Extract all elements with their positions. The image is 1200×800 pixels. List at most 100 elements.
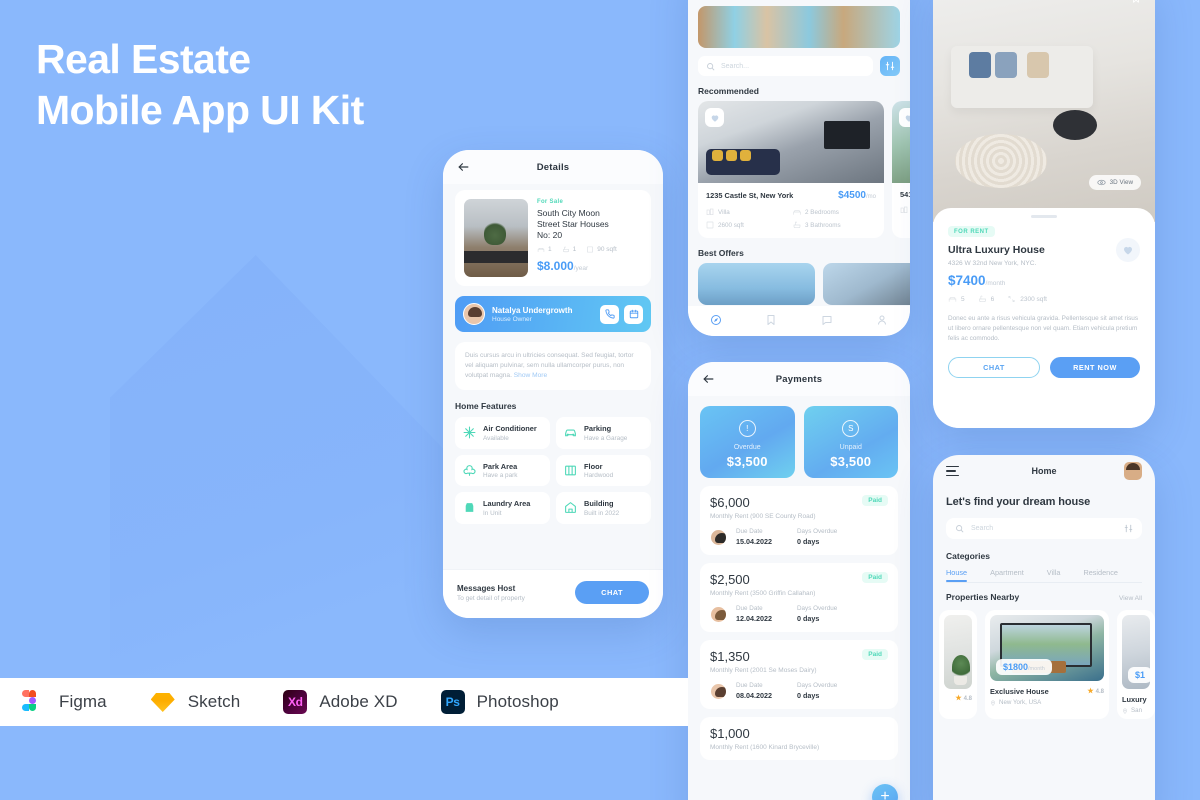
property-summary-card[interactable]: For Sale South City Moon Street Star Hou… bbox=[455, 190, 651, 286]
adobe-xd-icon: Xd bbox=[282, 689, 308, 715]
listing-bathrooms: 3 Bathrooms bbox=[793, 221, 876, 229]
feature-name: Floor bbox=[584, 461, 603, 471]
view-3d-badge[interactable]: 3D View bbox=[1088, 175, 1141, 190]
payment-row[interactable]: $2,500 Paid Monthly Rent (3500 Griffin C… bbox=[700, 563, 898, 632]
property-description: Donec eu ante a risus vehicula gravida. … bbox=[948, 315, 1139, 342]
owner-contact-card[interactable]: Natalya Undergrowth House Owner bbox=[455, 296, 651, 332]
details-header: Details bbox=[443, 150, 663, 184]
back-arrow-icon[interactable] bbox=[702, 373, 715, 386]
headline-line-2: Mobile App UI Kit bbox=[36, 87, 364, 133]
search-input[interactable]: Search bbox=[946, 518, 1142, 539]
tab-house[interactable]: House bbox=[946, 568, 968, 582]
chat-button[interactable]: CHAT bbox=[575, 581, 649, 604]
property-name: Luxury bbox=[1122, 695, 1147, 704]
tab-saved[interactable] bbox=[765, 314, 777, 328]
feature-laundry-area[interactable]: Laundry Area In Unit bbox=[455, 492, 550, 524]
page-title: Real Estate Mobile App UI Kit bbox=[36, 34, 476, 136]
listing-address: 1235 Castle St, New York bbox=[706, 191, 794, 200]
tool-label: Adobe XD bbox=[319, 692, 398, 711]
feature-building[interactable]: Building Built in 2022 bbox=[556, 492, 651, 524]
feature-floor[interactable]: Floor Hardwood bbox=[556, 454, 651, 486]
tool-figma[interactable]: Figma bbox=[22, 689, 107, 715]
calendar-icon[interactable] bbox=[624, 304, 643, 324]
payment-row[interactable]: $1,000 Monthly Rent (1600 Kinard Brycevi… bbox=[700, 717, 898, 760]
payment-description: Monthly Rent (2001 Se Moses Dairy) bbox=[710, 667, 817, 674]
back-arrow-icon[interactable] bbox=[457, 161, 470, 174]
tool-sketch[interactable]: Sketch bbox=[149, 689, 241, 715]
listing-features: Villa 2 Bedrooms 2600 sqft 3 Bathrooms bbox=[706, 208, 876, 229]
air-conditioner-icon bbox=[463, 426, 476, 439]
feature-park-area[interactable]: Park Area Have a park bbox=[455, 454, 550, 486]
payment-amount: $6,000 bbox=[710, 495, 750, 510]
floor-icon bbox=[564, 464, 577, 477]
rent-now-button[interactable]: RENT NOW bbox=[1050, 357, 1140, 378]
property-card[interactable]: $1 Luxury San bbox=[1117, 610, 1155, 719]
chat-button[interactable]: CHAT bbox=[948, 357, 1040, 378]
figma-icon bbox=[22, 689, 48, 715]
filter-icon[interactable] bbox=[880, 56, 900, 76]
view-all-link[interactable]: View All bbox=[1119, 595, 1142, 602]
listing-card[interactable]: 541 bbox=[892, 101, 910, 238]
bookmark-icon[interactable] bbox=[1131, 0, 1141, 5]
property-bathrooms: 1 bbox=[562, 246, 576, 253]
ui-kit-canvas: Real Estate Mobile App UI Kit Details Fo… bbox=[0, 0, 1200, 800]
show-more-link[interactable]: Show More bbox=[514, 372, 547, 379]
summary-card-overdue[interactable]: ! Overdue $3,500 bbox=[700, 406, 795, 478]
add-payment-button[interactable]: + bbox=[872, 784, 898, 800]
photoshop-icon: Ps bbox=[440, 689, 466, 715]
tool-label: Figma bbox=[59, 692, 107, 711]
search-input[interactable]: Search... bbox=[698, 56, 873, 76]
heart-icon[interactable] bbox=[705, 108, 724, 127]
tool-adobe-xd[interactable]: Xd Adobe XD bbox=[282, 689, 398, 715]
bath-icon bbox=[978, 295, 986, 302]
owner-role: House Owner bbox=[492, 315, 532, 323]
feature-air-conditioner[interactable]: Air Conditioner Available bbox=[455, 417, 550, 449]
offer-card[interactable] bbox=[823, 263, 910, 305]
summary-label: Unpaid bbox=[839, 443, 862, 451]
listing-card[interactable]: 1235 Castle St, New York $4500/mo Villa … bbox=[698, 101, 884, 238]
owner-actions bbox=[600, 304, 643, 324]
property-name-line2: Street Star Houses bbox=[537, 219, 609, 229]
tab-residence[interactable]: Residence bbox=[1083, 568, 1117, 582]
property-bathrooms: 6 bbox=[978, 295, 994, 303]
phone-icon[interactable] bbox=[600, 304, 619, 324]
summary-card-unpaid[interactable]: S Unpaid $3,500 bbox=[803, 406, 898, 478]
properties-nearby-list[interactable]: ★ 4.8 $1800/month Exclusive House ★ 4.8 Ne… bbox=[933, 602, 1155, 719]
sketch-icon bbox=[149, 689, 177, 715]
property-price: $1 bbox=[1128, 667, 1150, 683]
avatar[interactable] bbox=[1124, 462, 1142, 480]
offer-card[interactable] bbox=[698, 263, 815, 305]
search-row: Search... bbox=[688, 48, 910, 76]
tab-villa[interactable]: Villa bbox=[1047, 568, 1061, 582]
property-price-unit: /month bbox=[985, 280, 1006, 287]
tool-photoshop[interactable]: Ps Photoshop bbox=[440, 689, 559, 715]
tab-chat[interactable] bbox=[821, 314, 833, 328]
owner-avatar bbox=[463, 303, 485, 325]
days-overdue-col: Days Overdue 0 days bbox=[797, 528, 849, 546]
payment-row[interactable]: $1,350 Paid Monthly Rent (2001 Se Moses … bbox=[700, 640, 898, 709]
design-tools-bar: Figma Sketch Xd Adobe XD Ps Photoshop bbox=[0, 678, 688, 726]
due-date-label: Due Date bbox=[736, 682, 763, 689]
heart-icon[interactable] bbox=[899, 108, 910, 127]
tab-explore[interactable] bbox=[710, 314, 722, 328]
best-offers-list[interactable] bbox=[688, 263, 910, 305]
details-body: For Sale South City Moon Street Star Hou… bbox=[443, 190, 663, 524]
listing-area: 2600 sqft bbox=[706, 221, 789, 229]
due-date-value: 08.04.2022 bbox=[736, 691, 772, 700]
tab-apartment[interactable]: Apartment bbox=[990, 568, 1024, 582]
status-badge: Paid bbox=[862, 649, 888, 660]
location-pin-icon bbox=[990, 700, 996, 706]
days-overdue-value: 0 days bbox=[797, 537, 820, 546]
property-card[interactable]: ★ 4.8 bbox=[939, 610, 977, 719]
search-icon bbox=[707, 62, 715, 70]
tab-profile[interactable] bbox=[876, 314, 888, 328]
recommended-list[interactable]: 1235 Castle St, New York $4500/mo Villa … bbox=[688, 101, 910, 238]
payment-row[interactable]: $6,000 Paid Monthly Rent (900 SE County … bbox=[700, 486, 898, 555]
bath-icon bbox=[793, 221, 801, 228]
property-price-unit: /year bbox=[573, 265, 589, 272]
drag-handle[interactable] bbox=[1031, 215, 1057, 218]
property-card[interactable]: $1800/month Exclusive House ★ 4.8 New Yor… bbox=[985, 610, 1109, 719]
feature-parking[interactable]: Parking Have a Garage bbox=[556, 417, 651, 449]
property-location: New York, USA bbox=[990, 699, 1104, 706]
heart-icon[interactable] bbox=[1116, 238, 1140, 262]
